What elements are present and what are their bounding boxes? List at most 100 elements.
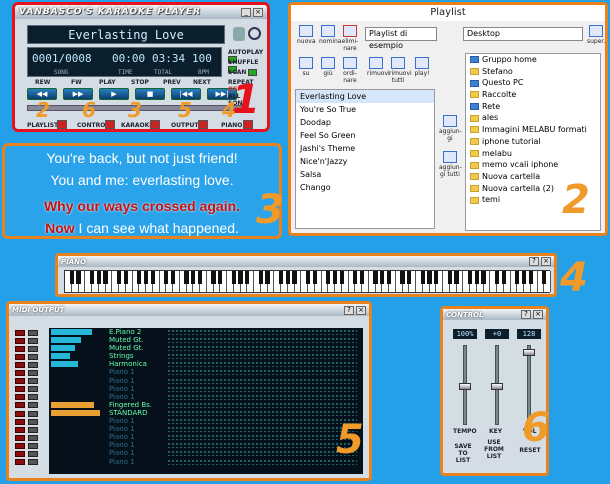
piano-black-key[interactable] — [265, 271, 270, 284]
piano-black-key[interactable] — [454, 271, 459, 284]
channel-solo-icon[interactable] — [28, 426, 38, 433]
piano-black-key[interactable] — [285, 271, 290, 284]
channel-solo-icon[interactable] — [28, 386, 38, 393]
piano-black-key[interactable] — [326, 271, 331, 284]
piano-black-key[interactable] — [407, 271, 412, 284]
delete-playlist-button[interactable]: elimi-nare — [341, 25, 359, 52]
piano-black-key[interactable] — [231, 271, 236, 284]
channel-mute-icon[interactable] — [15, 361, 25, 368]
list-item[interactable]: Rete — [466, 101, 600, 113]
channel-solo-icon[interactable] — [28, 329, 38, 336]
help-icon[interactable]: ? — [344, 305, 354, 315]
help-icon[interactable]: ? — [529, 257, 539, 266]
channel-solo-icon[interactable] — [28, 451, 38, 457]
list-item[interactable]: Feel So Green — [296, 129, 434, 142]
channel-toggle-row[interactable] — [15, 458, 38, 467]
piano-black-key[interactable] — [238, 271, 243, 284]
list-item[interactable]: Jashi's Theme — [296, 142, 434, 155]
piano-black-key[interactable] — [123, 271, 128, 284]
piano-black-key[interactable] — [332, 271, 338, 284]
list-item[interactable]: ales — [466, 112, 600, 124]
channel-mute-icon[interactable] — [15, 402, 25, 409]
piano-keyboard[interactable] — [64, 270, 551, 293]
close-icon[interactable]: × — [356, 305, 366, 315]
piano-black-key[interactable] — [150, 271, 155, 284]
piano-black-key[interactable] — [258, 271, 263, 284]
control-titlebar[interactable]: CONTROL ? × — [443, 309, 546, 320]
channel-mute-icon[interactable] — [15, 345, 25, 352]
close-icon[interactable]: × — [253, 7, 263, 17]
piano-black-key[interactable] — [305, 271, 311, 284]
piano-black-key[interactable] — [170, 271, 176, 284]
channel-mute-icon[interactable] — [15, 337, 25, 344]
channel-solo-icon[interactable] — [28, 353, 38, 360]
piano-black-key[interactable] — [312, 271, 317, 284]
key-knob[interactable] — [491, 383, 503, 390]
scan-toggle[interactable]: SCAN — [228, 69, 264, 76]
piano-black-key[interactable] — [278, 271, 284, 284]
piano-black-key[interactable] — [400, 271, 405, 284]
piano-black-key[interactable] — [353, 271, 358, 284]
add-button[interactable]: aggiun-gi — [439, 115, 462, 142]
piano-black-key[interactable] — [116, 271, 122, 284]
folder-select[interactable]: Desktop — [463, 27, 583, 41]
channel-mute-icon[interactable] — [15, 353, 25, 360]
channel-solo-icon[interactable] — [28, 370, 38, 376]
use-from-list-toggle[interactable]: USE FROM LIST — [481, 439, 507, 460]
piano-black-key[interactable] — [103, 271, 108, 284]
piano-black-key[interactable] — [474, 271, 479, 284]
piano-black-key[interactable] — [137, 271, 142, 284]
vol-knob[interactable] — [523, 349, 535, 356]
list-item[interactable]: Gruppo home — [466, 54, 600, 66]
player-titlebar[interactable]: VANBASCO'S KARAOKE PLAYER _ × — [15, 5, 267, 19]
piano-black-key[interactable] — [542, 271, 547, 284]
playlist-titlebar[interactable]: Playlist — [291, 5, 605, 21]
output-toggle-icon[interactable] — [198, 120, 208, 129]
list-item[interactable]: Nice'n'Jazzy — [296, 155, 434, 168]
lock-icon[interactable] — [233, 27, 245, 41]
piano-black-key[interactable] — [420, 271, 425, 284]
remove-all-button[interactable]: rimuovi tutti — [389, 57, 412, 84]
move-up-button[interactable]: su — [297, 57, 315, 81]
piano-black-key[interactable] — [434, 271, 439, 284]
piano-black-key[interactable] — [373, 271, 378, 284]
piano-black-key[interactable] — [292, 271, 297, 284]
channel-mute-icon[interactable] — [15, 451, 25, 457]
channel-solo-icon[interactable] — [28, 402, 38, 409]
piano-black-key[interactable] — [386, 271, 392, 284]
list-item[interactable]: Immagini MELABU formati — [466, 124, 600, 136]
list-item[interactable]: iphone tutorial — [466, 136, 600, 148]
piano-black-key[interactable] — [143, 271, 149, 284]
piano-black-key[interactable] — [184, 271, 189, 284]
piano-black-key[interactable] — [339, 271, 344, 284]
piano-black-key[interactable] — [76, 271, 81, 284]
piano-black-key[interactable] — [197, 271, 203, 284]
channel-mute-icon[interactable] — [15, 378, 25, 385]
sort-button[interactable]: ordi-nare — [341, 57, 359, 84]
play-button[interactable]: ▶ — [99, 88, 129, 100]
super-folder-button[interactable]: super. — [587, 25, 605, 49]
list-item[interactable]: Everlasting Love — [296, 90, 434, 103]
piano-black-key[interactable] — [427, 271, 432, 284]
piano-black-key[interactable] — [164, 271, 169, 284]
channel-mute-icon[interactable] — [15, 370, 25, 376]
channel-solo-icon[interactable] — [28, 378, 38, 385]
channel-mute-icon[interactable] — [15, 459, 25, 466]
save-to-list-button[interactable]: SAVE TO LIST — [451, 443, 475, 464]
channel-solo-icon[interactable] — [28, 459, 38, 466]
piano-black-key[interactable] — [380, 271, 385, 284]
channel-mute-icon[interactable] — [15, 434, 25, 441]
midi-titlebar[interactable]: MIDI OUTPUT ? × — [9, 304, 369, 316]
channel-solo-icon[interactable] — [28, 361, 38, 368]
close-icon[interactable]: × — [533, 310, 543, 319]
piano-black-key[interactable] — [359, 271, 365, 284]
list-item[interactable]: Stefano — [466, 66, 600, 78]
piano-black-key[interactable] — [521, 271, 527, 284]
piano-black-key[interactable] — [528, 271, 533, 284]
control-toggle-icon[interactable] — [105, 120, 115, 129]
channel-solo-icon[interactable] — [28, 418, 38, 425]
piano-black-key[interactable] — [481, 271, 486, 284]
piano-black-key[interactable] — [447, 271, 452, 284]
play-selected-button[interactable]: play! — [413, 57, 431, 81]
list-item[interactable]: You're So True — [296, 103, 434, 116]
